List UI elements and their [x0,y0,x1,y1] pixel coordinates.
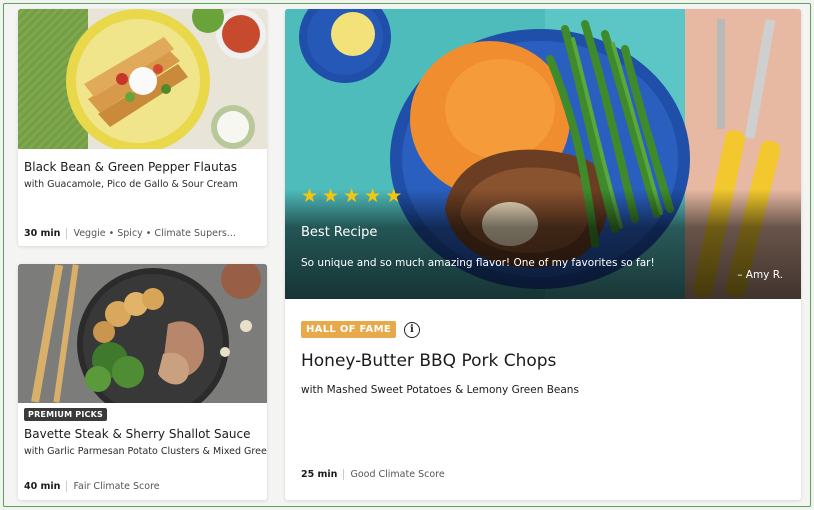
badge-row: HALL OF FAME i [301,321,420,338]
recipe-title[interactable]: Black Bean & Green Pepper Flautas [24,160,237,174]
recipe-tags: Fair Climate Score [73,481,160,492]
cook-time: 30 min [24,228,61,239]
star-icon: ★ [343,185,361,207]
featured-recipe-card[interactable]: ★ ★ ★ ★ ★ Best Recipe So unique and so m… [285,9,801,500]
star-icon: ★ [322,185,340,207]
cook-time: 25 min [301,469,338,480]
review-quote: So unique and so much amazing flavor! On… [301,257,655,269]
review-author: – Amy R. [737,269,783,281]
star-rating: ★ ★ ★ ★ ★ [301,187,402,206]
recipe-tags: Good Climate Score [350,469,445,480]
info-icon[interactable]: i [403,321,420,338]
star-icon: ★ [385,185,403,207]
meta-divider [66,228,68,239]
best-recipe-label: Best Recipe [301,225,378,240]
recipe-image-bavette[interactable] [18,264,267,403]
recipe-title[interactable]: Bavette Steak & Sherry Shallot Sauce [24,427,251,441]
meta-divider [343,469,345,480]
recipe-image-flautas[interactable] [18,9,267,149]
recipe-meta: 40 min Fair Climate Score [24,481,160,492]
meta-divider [66,481,68,492]
recipe-title[interactable]: Honey-Butter BBQ Pork Chops [301,351,556,371]
hall-of-fame-badge: HALL OF FAME [301,321,396,338]
recipe-subtitle: with Guacamole, Pico de Gallo & Sour Cre… [24,179,238,190]
recipe-subtitle: with Mashed Sweet Potatoes & Lemony Gree… [301,384,579,396]
recipe-tags: Veggie • Spicy • Climate Supers... [73,228,236,239]
recipe-meta: 30 min Veggie • Spicy • Climate Supers..… [24,228,236,239]
recipe-subtitle: with Garlic Parmesan Potato Clusters & M… [24,446,267,457]
recipe-card-flautas[interactable]: Black Bean & Green Pepper Flautas with G… [18,9,267,246]
star-icon: ★ [301,185,319,207]
recipe-meta: 25 min Good Climate Score [301,469,445,480]
premium-picks-badge: PREMIUM PICKS [24,408,107,421]
star-icon: ★ [364,185,382,207]
recipe-card-bavette[interactable]: PREMIUM PICKS Bavette Steak & Sherry Sha… [18,264,267,500]
cook-time: 40 min [24,481,61,492]
